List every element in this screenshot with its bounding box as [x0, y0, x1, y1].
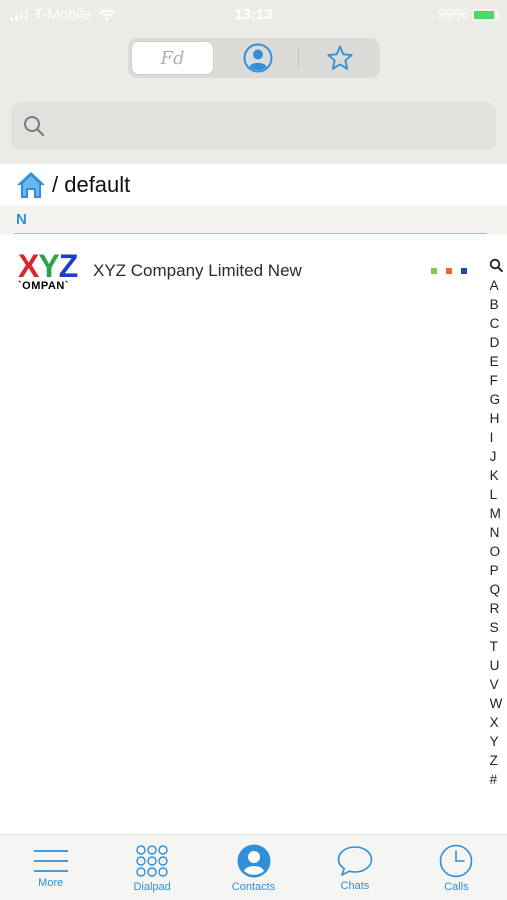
tab-more-label: More [38, 877, 64, 889]
index-letter[interactable]: B [490, 295, 503, 314]
section-header: N [0, 206, 507, 234]
index-letter[interactable]: O [490, 542, 503, 561]
tab-favorites-text[interactable]: Fd [131, 41, 214, 75]
index-letter[interactable]: H [490, 409, 503, 428]
section-letter: N [16, 211, 27, 228]
index-letter[interactable]: N [490, 523, 503, 542]
tab-more[interactable]: More [0, 835, 101, 900]
search-icon [24, 116, 45, 137]
header: Fd [0, 30, 507, 164]
star-icon [326, 45, 353, 70]
index-letter[interactable]: L [490, 485, 503, 504]
index-letter[interactable]: G [490, 390, 503, 409]
menu-icon [33, 850, 68, 872]
index-letter[interactable]: A [490, 276, 503, 295]
logo-letter-x: X [18, 248, 39, 284]
tab-favorites[interactable] [299, 38, 380, 78]
tab-chats-label: Chats [340, 880, 370, 892]
index-letter[interactable]: J [490, 447, 503, 466]
contacts-source-segmented-control: Fd [128, 38, 380, 78]
contacts-icon [237, 844, 271, 878]
tab-dialpad[interactable]: Dialpad [101, 835, 202, 900]
logo-letter-z: Z [58, 248, 79, 284]
logo-letter-y: Y [38, 248, 59, 284]
index-letter[interactable]: I [490, 428, 503, 447]
list-item[interactable]: XYZ `OMPAN` XYZ Company Limited New [0, 240, 480, 302]
index-letter[interactable]: R [490, 599, 503, 618]
index-letter[interactable]: # [490, 770, 503, 789]
presence-dot-blue [461, 268, 467, 274]
favorites-text-icon: Fd [160, 47, 185, 69]
tab-dialpad-label: Dialpad [133, 881, 171, 893]
chat-icon [337, 846, 373, 876]
tab-bar: More Dialpad Contacts Chats Calls [0, 834, 507, 900]
home-icon[interactable] [15, 170, 47, 200]
index-letter[interactable]: S [490, 618, 503, 637]
tab-calls-label: Calls [444, 881, 469, 893]
alphabet-index[interactable]: A B C D E F G H I J K L M N O P Q R S T U V W X Y Z # [487, 258, 505, 789]
index-letter[interactable]: D [490, 333, 503, 352]
index-letter[interactable]: M [490, 504, 503, 523]
dialpad-icon [136, 845, 168, 877]
search-bar[interactable] [11, 102, 496, 150]
clock-time: 13:13 [234, 6, 273, 23]
presence-dot-green [431, 268, 437, 274]
tab-contacts-label: Contacts [231, 881, 276, 893]
index-letter[interactable]: U [490, 656, 503, 675]
battery-percent: 99% [437, 6, 468, 23]
index-letter[interactable]: Y [490, 732, 503, 751]
index-letter[interactable]: T [490, 637, 503, 656]
index-letter[interactable]: K [490, 466, 503, 485]
index-search-icon[interactable] [489, 258, 503, 274]
tab-contacts[interactable]: Contacts [203, 835, 304, 900]
index-letter[interactable]: V [490, 675, 503, 694]
search-input[interactable] [53, 117, 453, 135]
tab-chats[interactable]: Chats [304, 835, 405, 900]
tab-calls[interactable]: Calls [406, 835, 507, 900]
logo-subtext: `OMPAN` [18, 280, 69, 292]
index-letter[interactable]: Q [490, 580, 503, 599]
presence-indicator [431, 268, 467, 274]
index-letter[interactable]: X [490, 713, 503, 732]
breadcrumb-path[interactable]: / default [52, 172, 130, 198]
index-letter[interactable]: P [490, 561, 503, 580]
index-letter[interactable]: Z [490, 751, 503, 770]
tab-personal-contacts[interactable] [217, 38, 298, 78]
status-bar: T-Mobile 13:13 99% [0, 0, 507, 30]
index-letter[interactable]: E [490, 352, 503, 371]
person-icon [243, 43, 272, 73]
presence-dot-orange [446, 268, 452, 274]
contact-name: XYZ Company Limited New [93, 261, 302, 280]
battery-icon [472, 8, 500, 21]
company-logo: XYZ `OMPAN` [18, 248, 79, 296]
clock-icon [440, 844, 473, 878]
index-letter[interactable]: W [490, 694, 503, 713]
index-letter[interactable]: C [490, 314, 503, 333]
index-letter[interactable]: F [490, 371, 503, 390]
section-divider [14, 233, 487, 234]
breadcrumb: / default [0, 164, 507, 206]
